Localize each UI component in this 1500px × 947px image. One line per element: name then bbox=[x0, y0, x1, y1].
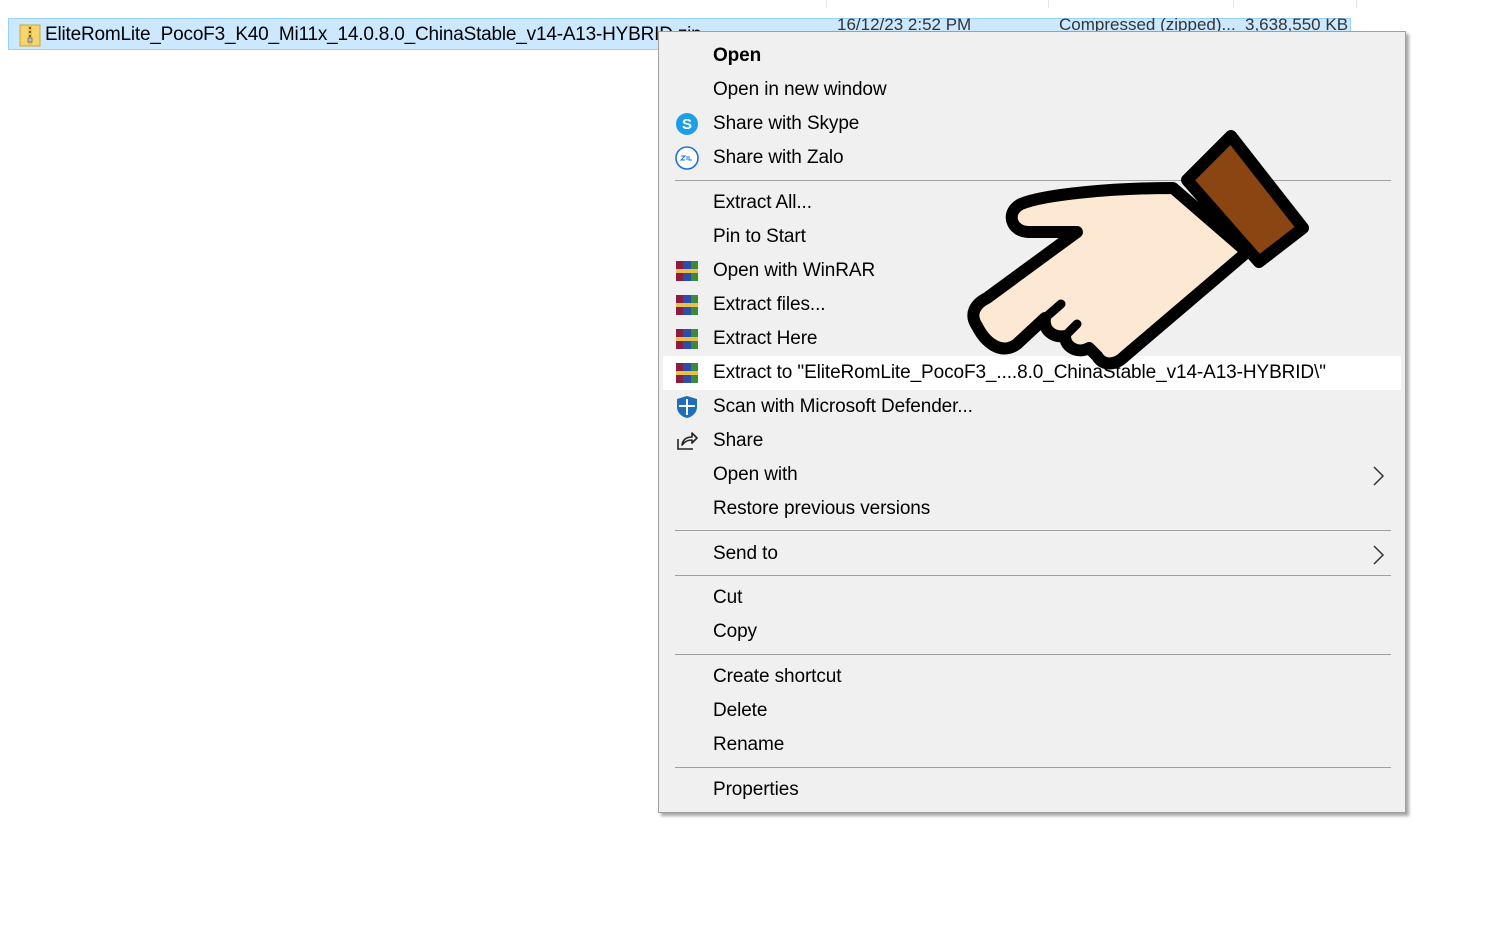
winrar-icon bbox=[675, 361, 699, 385]
chevron-right-icon bbox=[1371, 465, 1385, 487]
menu-item-share[interactable]: Share bbox=[663, 424, 1401, 458]
menu-item-label: Share with Zalo bbox=[713, 147, 844, 168]
menu-item-label: Send to bbox=[713, 543, 778, 564]
menu-separator bbox=[675, 767, 1391, 768]
menu-item-rename[interactable]: Rename bbox=[663, 728, 1401, 762]
skype-icon: S bbox=[675, 112, 699, 136]
menu-item-label: Open in new window bbox=[713, 79, 887, 100]
menu-item-label: Pin to Start bbox=[713, 226, 806, 247]
menu-item-create-shortcut[interactable]: Create shortcut bbox=[663, 660, 1401, 694]
menu-item-label: Scan with Microsoft Defender... bbox=[713, 396, 973, 417]
zip-folder-icon bbox=[19, 23, 41, 47]
defender-shield-icon bbox=[675, 395, 699, 419]
winrar-icon bbox=[675, 259, 699, 283]
menu-item-label: Rename bbox=[713, 734, 785, 755]
winrar-icon bbox=[675, 293, 699, 317]
menu-item-label: Properties bbox=[713, 779, 799, 800]
menu-item-send-to[interactable]: Send to bbox=[663, 537, 1401, 571]
winrar-icon bbox=[675, 327, 699, 351]
menu-item-copy[interactable]: Copy bbox=[663, 615, 1401, 649]
menu-item-label: Share with Skype bbox=[713, 113, 860, 134]
menu-item-cut[interactable]: Cut bbox=[663, 581, 1401, 615]
menu-item-label: Open with WinRAR bbox=[713, 260, 876, 281]
pointing-hand-icon bbox=[955, 128, 1315, 378]
menu-item-label: Cut bbox=[713, 587, 743, 608]
menu-separator bbox=[675, 530, 1391, 531]
file-name: EliteRomLite_PocoF3_K40_Mi11x_14.0.8.0_C… bbox=[45, 24, 702, 45]
menu-item-delete[interactable]: Delete bbox=[663, 694, 1401, 728]
svg-text:S: S bbox=[682, 116, 692, 133]
menu-item-label: Open bbox=[713, 45, 762, 66]
chevron-right-icon bbox=[1371, 544, 1385, 566]
menu-separator bbox=[675, 654, 1391, 655]
menu-item-label: Extract Here bbox=[713, 328, 818, 349]
menu-item-label: Share bbox=[713, 430, 764, 451]
menu-item-properties[interactable]: Properties bbox=[663, 773, 1401, 807]
menu-item-label: Restore previous versions bbox=[713, 498, 931, 519]
menu-item-restore-versions[interactable]: Restore previous versions bbox=[663, 492, 1401, 526]
menu-item-label: Extract files... bbox=[713, 294, 826, 315]
menu-item-label: Extract All... bbox=[713, 192, 812, 213]
menu-item-label: Open with bbox=[713, 464, 798, 485]
menu-item-scan-defender[interactable]: Scan with Microsoft Defender... bbox=[663, 390, 1401, 424]
column-divider bbox=[826, 0, 827, 8]
zalo-icon bbox=[675, 146, 699, 170]
column-divider bbox=[1356, 0, 1357, 8]
menu-item-open-with[interactable]: Open with bbox=[663, 458, 1401, 492]
share-icon bbox=[675, 429, 699, 453]
menu-item-open-new-window[interactable]: Open in new window bbox=[663, 73, 1401, 107]
column-divider bbox=[1048, 0, 1049, 8]
menu-item-label: Delete bbox=[713, 700, 768, 721]
menu-separator bbox=[675, 575, 1391, 576]
column-divider bbox=[1233, 0, 1234, 8]
menu-item-label: Copy bbox=[713, 621, 757, 642]
menu-item-open[interactable]: Open bbox=[663, 39, 1401, 73]
menu-item-label: Create shortcut bbox=[713, 666, 842, 687]
